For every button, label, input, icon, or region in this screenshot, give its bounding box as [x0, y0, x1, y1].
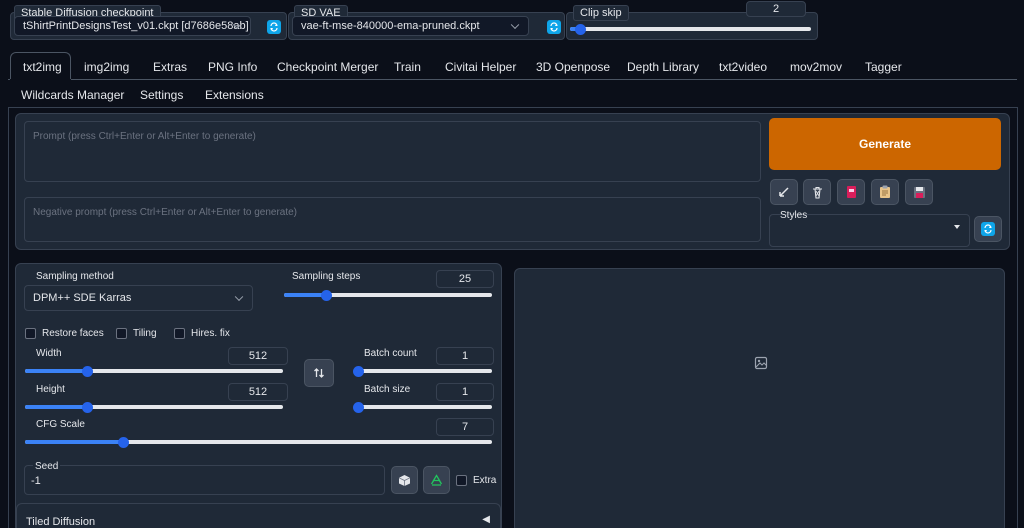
extra-networks-button[interactable]: [837, 179, 865, 205]
tab-underline-left: [8, 79, 10, 80]
tiled-diffusion-accordion[interactable]: Tiled Diffusion ◀: [16, 503, 501, 528]
random-seed-button[interactable]: [391, 466, 418, 494]
clip-skip-label: Clip skip: [573, 5, 629, 21]
tiling-label: Tiling: [133, 328, 157, 339]
styles-label: Styles: [780, 210, 808, 221]
batch-size-label: Batch size: [364, 384, 411, 395]
red-book-icon: [846, 186, 856, 198]
seed-panel: [24, 465, 385, 495]
checkpoint-refresh-icon[interactable]: [267, 20, 281, 34]
tiling-checkbox[interactable]: [116, 328, 127, 339]
prompt-input[interactable]: Prompt (press Ctrl+Enter or Alt+Enter to…: [24, 121, 761, 182]
cfg-scale-label: CFG Scale: [36, 419, 85, 430]
clipboard-icon: [880, 185, 890, 198]
tab-underline: [71, 79, 1017, 80]
negative-prompt-input[interactable]: Negative prompt (press Ctrl+Enter or Alt…: [24, 197, 761, 242]
vae-value: vae-ft-mse-840000-ema-pruned.ckpt: [301, 20, 480, 32]
vae-select[interactable]: vae-ft-mse-840000-ema-pruned.ckpt: [292, 16, 529, 36]
swap-dimensions-button[interactable]: [304, 359, 334, 387]
cfg-scale-input[interactable]: 7: [436, 418, 494, 436]
image-placeholder-icon: [754, 356, 768, 373]
tab-txt2video[interactable]: txt2video: [719, 60, 767, 74]
arrow-diagonal-icon: [779, 187, 789, 197]
clip-skip-input[interactable]: 2: [746, 1, 806, 17]
width-label: Width: [36, 348, 62, 359]
tab-settings[interactable]: Settings: [140, 88, 183, 102]
restore-faces-checkbox[interactable]: [25, 328, 36, 339]
collapse-arrow-icon: ◀: [482, 514, 490, 525]
clip-skip-slider[interactable]: [570, 23, 811, 35]
cfg-scale-slider[interactable]: [25, 436, 492, 448]
chevron-down-icon: [510, 20, 520, 30]
output-gallery: [514, 268, 1005, 528]
tab-extras[interactable]: Extras: [153, 60, 187, 74]
hires-fix-checkbox[interactable]: [174, 328, 185, 339]
vae-refresh-icon[interactable]: [547, 20, 561, 34]
tab-wildcards-manager[interactable]: Wildcards Manager: [21, 88, 124, 102]
tab-img2img[interactable]: img2img: [84, 60, 129, 74]
styles-refresh-button[interactable]: [974, 216, 1002, 242]
sampling-method-value: DPM++ SDE Karras: [33, 292, 132, 304]
tab-3d-openpose[interactable]: 3D Openpose: [536, 60, 610, 74]
styles-dropdown[interactable]: [772, 221, 966, 243]
sampling-steps-input[interactable]: 25: [436, 270, 494, 288]
seed-label: Seed: [33, 461, 61, 472]
tab-txt2img[interactable]: txt2img: [10, 52, 71, 79]
tab-tagger[interactable]: Tagger: [865, 60, 902, 74]
recycle-icon: [430, 473, 443, 486]
tab-civitai-helper[interactable]: Civitai Helper: [445, 60, 516, 74]
height-input[interactable]: 512: [228, 383, 288, 401]
tab-extensions[interactable]: Extensions: [205, 88, 264, 102]
tab-png-info[interactable]: PNG Info: [208, 60, 257, 74]
swap-arrows-icon: [314, 368, 324, 378]
batch-count-input[interactable]: 1: [436, 347, 494, 365]
tab-depth-library[interactable]: Depth Library: [627, 60, 699, 74]
width-input[interactable]: 512: [228, 347, 288, 365]
dice-icon: [398, 474, 411, 486]
caret-down-icon: [954, 225, 960, 229]
hires-fix-label: Hires. fix: [191, 328, 230, 339]
tab-mov2mov[interactable]: mov2mov: [790, 60, 842, 74]
batch-size-slider[interactable]: [353, 401, 492, 413]
sampling-steps-label: Sampling steps: [292, 271, 361, 282]
refresh-icon: [981, 222, 995, 236]
restore-faces-label: Restore faces: [42, 328, 104, 339]
batch-count-slider[interactable]: [353, 365, 492, 377]
width-slider[interactable]: [25, 365, 283, 377]
tab-train[interactable]: Train: [394, 60, 421, 74]
seed-input[interactable]: -1: [31, 475, 41, 487]
clear-prompt-button[interactable]: [803, 179, 831, 205]
trash-icon: [812, 186, 822, 199]
height-slider[interactable]: [25, 401, 283, 413]
apply-styles-button[interactable]: [871, 179, 899, 205]
sampling-steps-slider[interactable]: [284, 289, 492, 301]
sampling-method-label: Sampling method: [36, 271, 114, 282]
tab-checkpoint-merger[interactable]: Checkpoint Merger: [277, 60, 378, 74]
chevron-down-icon: [234, 292, 244, 302]
height-label: Height: [36, 384, 65, 395]
batch-size-input[interactable]: 1: [436, 383, 494, 401]
save-style-button[interactable]: [905, 179, 933, 205]
paste-params-button[interactable]: [770, 179, 798, 205]
batch-count-label: Batch count: [364, 348, 417, 359]
sampling-method-select[interactable]: DPM++ SDE Karras: [24, 285, 253, 311]
reuse-seed-button[interactable]: [423, 466, 450, 494]
generate-label: Generate: [858, 137, 912, 151]
tiled-diffusion-label: Tiled Diffusion: [26, 516, 96, 528]
generate-button[interactable]: Generate: [769, 118, 1001, 170]
checkpoint-select[interactable]: tShirtPrintDesignsTest_v01.ckpt [d7686e5…: [14, 16, 251, 36]
checkpoint-value: tShirtPrintDesignsTest_v01.ckpt [d7686e5…: [23, 20, 249, 32]
extra-seed-label: Extra: [473, 475, 497, 486]
extra-seed-checkbox[interactable]: [456, 475, 467, 486]
floppy-disk-icon: [913, 186, 925, 198]
